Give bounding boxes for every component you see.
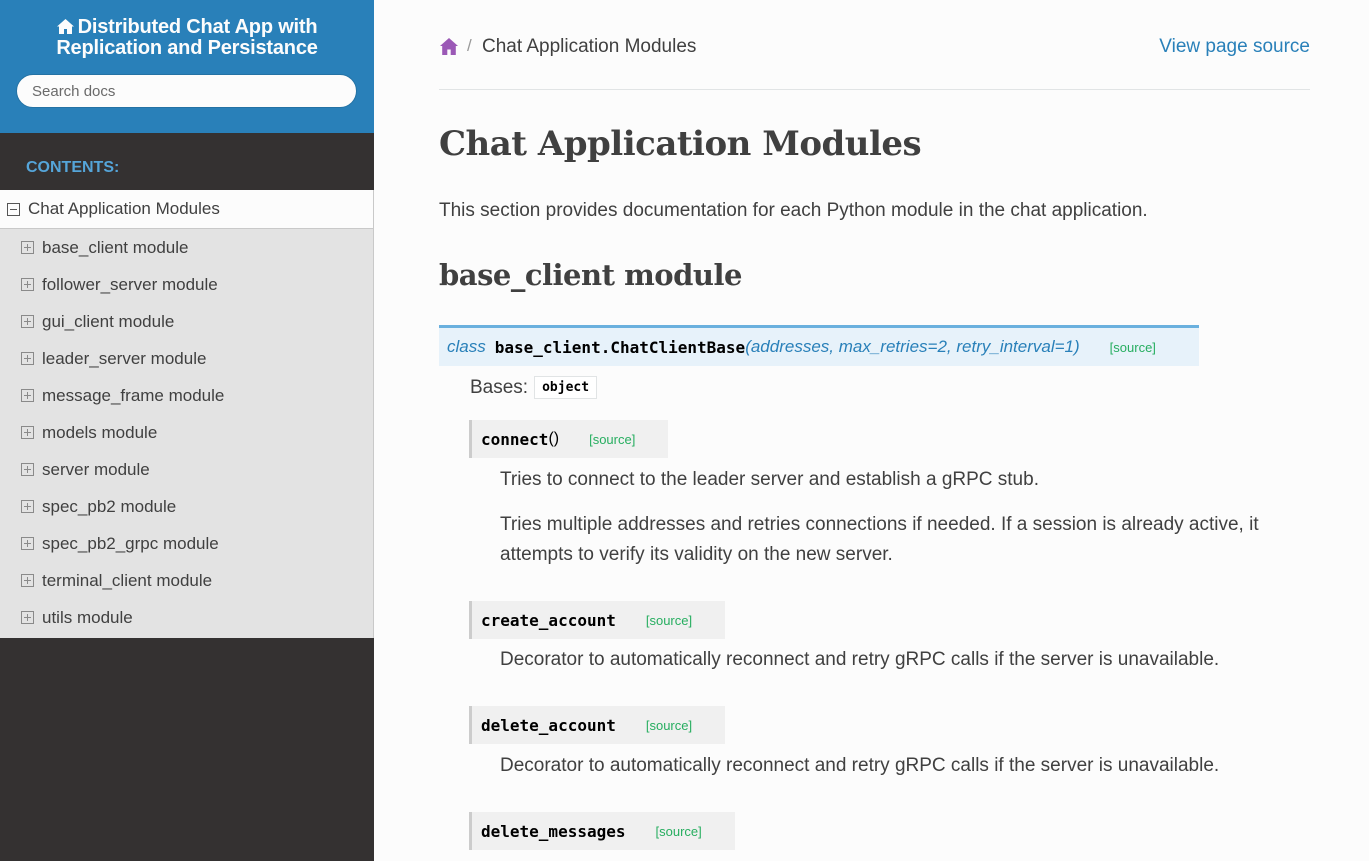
method-name: delete_account: [481, 715, 616, 735]
sidebar: Distributed Chat App with Replication an…: [0, 0, 374, 861]
method-description: Decorator to automatically reconnect and…: [500, 755, 1220, 776]
method-name: create_account: [481, 610, 616, 630]
method-name: delete_messages: [481, 821, 626, 841]
contents-caption: CONTENTS:: [26, 159, 120, 176]
project-title-link[interactable]: Distributed Chat App with Replication an…: [56, 16, 318, 59]
breadcrumb: / Chat Application Modules View page sou…: [439, 0, 1310, 90]
toc-item-label: gui_client module: [42, 311, 175, 331]
toc-item-label: base_client module: [42, 237, 189, 257]
class-bases: Bases: object: [470, 376, 598, 399]
expand-icon[interactable]: [21, 463, 34, 476]
toc-item-label: spec_pb2_grpc module: [42, 533, 219, 553]
view-page-source-link[interactable]: View page source: [1159, 36, 1310, 58]
page-title: Chat Application Modules: [439, 124, 922, 164]
intro-paragraph: This section provides documentation for …: [439, 200, 1148, 221]
method-signature-delete-account: delete_account [source]: [469, 706, 726, 744]
expand-icon[interactable]: [21, 500, 34, 513]
method-parens: (): [548, 430, 560, 447]
expand-icon[interactable]: [21, 426, 34, 439]
expand-icon[interactable]: [21, 278, 34, 291]
toc-item-message-frame[interactable]: message_frame module: [0, 377, 373, 414]
expand-icon[interactable]: [21, 537, 34, 550]
expand-icon[interactable]: [21, 574, 34, 587]
bases-label: Bases:: [470, 376, 529, 398]
method-signature-delete-messages: delete_messages [source]: [469, 812, 735, 850]
toc-item-follower-server[interactable]: follower_server module: [0, 266, 373, 303]
project-title-line2: Replication and Persistance: [56, 37, 318, 59]
breadcrumb-separator: /: [467, 36, 472, 55]
toc-current-item[interactable]: Chat Application Modules: [0, 190, 374, 228]
document: / Chat Application Modules View page sou…: [439, 0, 1310, 850]
toc-item-models[interactable]: models module: [0, 414, 373, 451]
class-name: base_client.ChatClientBase: [494, 337, 746, 357]
toc-item-label: utils module: [42, 607, 133, 627]
class-params: (addresses, max_retries=2, retry_interva…: [745, 337, 1080, 356]
method-description: Decorator to automatically reconnect and…: [500, 649, 1220, 670]
toc-item-spec-pb2[interactable]: spec_pb2 module: [0, 488, 373, 525]
home-icon[interactable]: [440, 38, 458, 55]
toc-item-label: leader_server module: [42, 348, 207, 368]
expand-icon[interactable]: [21, 315, 34, 328]
toc-item-label: models module: [42, 422, 158, 442]
bases-value: object: [534, 376, 598, 399]
toc-item-base-client[interactable]: base_client module: [0, 229, 373, 266]
method-source-link[interactable]: [source]: [646, 613, 692, 628]
toc-current-label: Chat Application Modules: [28, 199, 220, 218]
class-keyword: class: [447, 337, 486, 356]
method-signature-connect: connect () [source]: [469, 420, 669, 458]
toc-item-leader-server[interactable]: leader_server module: [0, 340, 373, 377]
method-signature-create-account: create_account [source]: [469, 601, 726, 639]
method-source-link[interactable]: [source]: [656, 824, 702, 839]
collapse-icon[interactable]: [7, 202, 20, 216]
toc-sub-list: base_client module follower_server modul…: [0, 228, 374, 638]
project-title-line1: Distributed Chat App with: [77, 16, 318, 38]
toc-item-label: follower_server module: [42, 274, 218, 294]
sidebar-header: Distributed Chat App with Replication an…: [0, 0, 374, 133]
expand-icon[interactable]: [21, 611, 34, 624]
method-name: connect: [481, 429, 549, 449]
toc-item-label: server module: [42, 459, 150, 479]
method-source-link[interactable]: [source]: [589, 432, 635, 447]
section-title: base_client module: [439, 258, 742, 292]
toc-item-gui-client[interactable]: gui_client module: [0, 303, 373, 340]
toc-item-server[interactable]: server module: [0, 451, 373, 488]
search-input[interactable]: [16, 74, 357, 108]
class-signature: class base_client.ChatClientBase (addres…: [439, 325, 1199, 366]
breadcrumb-current: Chat Application Modules: [482, 36, 697, 57]
method-source-link[interactable]: [source]: [646, 718, 692, 733]
toc-item-utils[interactable]: utils module: [0, 599, 373, 636]
toc-item-label: spec_pb2 module: [42, 496, 177, 516]
method-description-detail: Tries multiple addresses and retries con…: [500, 514, 1259, 565]
home-icon: [56, 19, 74, 34]
toc-item-label: message_frame module: [42, 385, 225, 405]
expand-icon[interactable]: [21, 352, 34, 365]
main-content: / Chat Application Modules View page sou…: [374, 0, 1369, 861]
toc-item-label: terminal_client module: [42, 570, 213, 590]
method-description: Tries to connect to the leader server an…: [500, 469, 1039, 490]
expand-icon[interactable]: [21, 389, 34, 402]
expand-icon[interactable]: [21, 241, 34, 254]
toc-item-terminal-client[interactable]: terminal_client module: [0, 562, 373, 599]
toc-item-spec-pb2-grpc[interactable]: spec_pb2_grpc module: [0, 525, 373, 562]
class-source-link[interactable]: [source]: [1110, 340, 1156, 355]
search-container: [16, 74, 357, 108]
